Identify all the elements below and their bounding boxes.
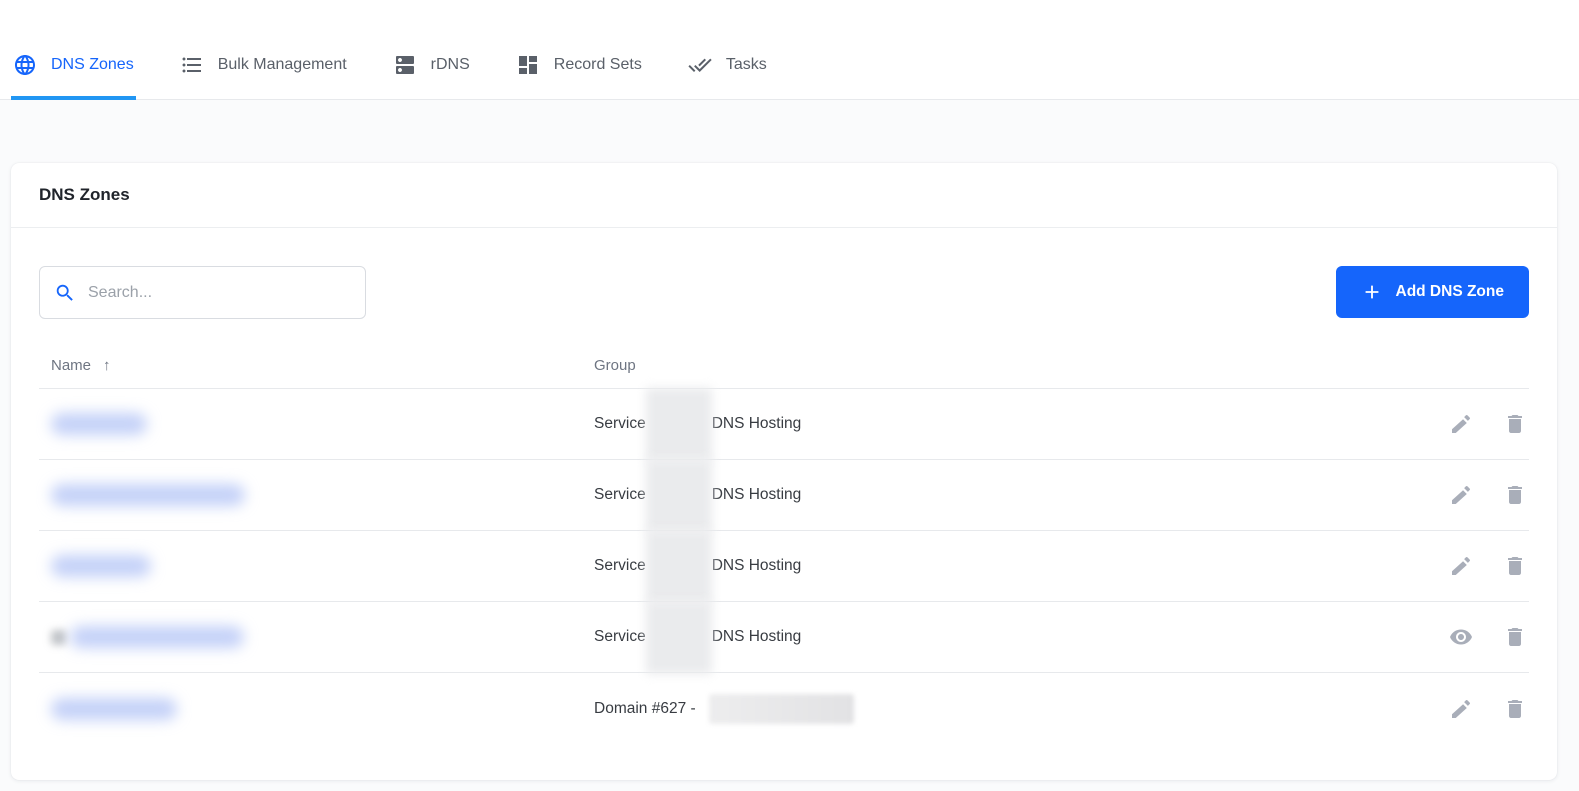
eye-icon (1449, 625, 1473, 649)
zone-group-cell: Service DNS Hosting (594, 602, 1399, 673)
table-row[interactable]: Service DNS Hosting (39, 389, 1529, 460)
view-button[interactable] (1449, 625, 1473, 649)
table-row[interactable]: Service DNS Hosting (39, 460, 1529, 531)
edit-button[interactable] (1449, 697, 1473, 721)
edit-button[interactable] (1449, 554, 1473, 578)
group-text: Service (594, 415, 646, 433)
list-icon (180, 53, 204, 77)
redacted-service-id (646, 459, 712, 532)
sort-ascending-icon: ↑ (103, 357, 111, 374)
row-actions-cell (1399, 483, 1529, 507)
redacted-service-id (646, 388, 712, 461)
server-icon (393, 53, 417, 77)
redacted-domain-name (709, 694, 854, 724)
zone-name-cell[interactable] (39, 698, 594, 720)
delete-icon (1503, 625, 1527, 649)
tab-label: Bulk Management (218, 56, 347, 74)
edit-button[interactable] (1449, 483, 1473, 507)
delete-button[interactable] (1503, 554, 1527, 578)
tab-label: Tasks (726, 56, 767, 74)
dns-zones-card: DNS Zones Add DNS Zone Name ↑ Group (11, 163, 1557, 780)
edit-icon (1449, 697, 1473, 721)
delete-button[interactable] (1503, 697, 1527, 721)
redacted-zone-name[interactable] (51, 413, 147, 435)
zone-group-cell: Service DNS Hosting (594, 460, 1399, 531)
tab-bulk-management[interactable]: Bulk Management (178, 30, 349, 100)
group-text: Domain #627 - (594, 700, 696, 718)
redacted-zone-name[interactable] (51, 484, 245, 506)
redacted-service-id (646, 601, 712, 674)
table-row[interactable]: Service DNS Hosting (39, 531, 1529, 602)
redacted-service-id (646, 530, 712, 603)
tab-tasks[interactable]: Tasks (686, 30, 769, 100)
grid-icon (516, 53, 540, 77)
redacted-zone-name[interactable] (70, 626, 244, 648)
globe-icon (13, 53, 37, 77)
zone-name-cell[interactable] (39, 626, 594, 648)
tab-label: DNS Zones (51, 56, 134, 74)
group-text: DNS Hosting (712, 415, 802, 433)
row-actions-cell (1399, 625, 1529, 649)
row-actions-cell (1399, 412, 1529, 436)
delete-button[interactable] (1503, 483, 1527, 507)
table-header-row: Name ↑ Group (39, 343, 1529, 389)
row-actions-cell (1399, 697, 1529, 721)
edit-icon (1449, 483, 1473, 507)
delete-button[interactable] (1503, 625, 1527, 649)
tab-record-sets[interactable]: Record Sets (514, 30, 644, 100)
table-body: Service DNS Hosting Service DNS Hosting Se… (39, 389, 1529, 744)
delete-icon (1503, 412, 1527, 436)
edit-icon (1449, 412, 1473, 436)
redacted-zone-name[interactable] (51, 698, 177, 720)
row-actions-cell (1399, 554, 1529, 578)
tab-rdns[interactable]: rDNS (391, 30, 472, 100)
delete-icon (1503, 483, 1527, 507)
group-text: Service (594, 486, 646, 504)
zone-group-cell: Service DNS Hosting (594, 389, 1399, 460)
dns-zones-table: Name ↑ Group Service DNS Hosting Service D… (39, 343, 1529, 744)
zone-group-cell: Domain #627 - (594, 694, 1399, 724)
group-text: Service (594, 628, 646, 646)
plus-icon (1361, 281, 1383, 303)
top-tab-bar: DNS Zones Bulk Management rDNS Record Se… (0, 0, 1579, 100)
group-text: DNS Hosting (712, 486, 802, 504)
redacted-zone-name[interactable] (51, 555, 151, 577)
zone-name-cell[interactable] (39, 555, 594, 577)
column-header-name[interactable]: Name ↑ (39, 357, 594, 374)
delete-icon (1503, 554, 1527, 578)
tab-dns-zones[interactable]: DNS Zones (11, 30, 136, 100)
column-header-group[interactable]: Group (594, 357, 1399, 374)
delete-icon (1503, 697, 1527, 721)
redacted-zone-prefix-icon (51, 630, 66, 645)
table-row[interactable]: Domain #627 - (39, 673, 1529, 744)
group-text: DNS Hosting (712, 628, 802, 646)
delete-button[interactable] (1503, 412, 1527, 436)
edit-button[interactable] (1449, 412, 1473, 436)
group-text: DNS Hosting (712, 557, 802, 575)
zone-name-cell[interactable] (39, 413, 594, 435)
table-row[interactable]: Service DNS Hosting (39, 602, 1529, 673)
zone-group-cell: Service DNS Hosting (594, 531, 1399, 602)
add-dns-zone-button[interactable]: Add DNS Zone (1336, 266, 1530, 318)
card-header: DNS Zones (11, 163, 1557, 228)
search-input[interactable] (88, 284, 351, 302)
zone-name-cell[interactable] (39, 484, 594, 506)
toolbar: Add DNS Zone (11, 228, 1557, 319)
group-text: Service (594, 557, 646, 575)
card-title: DNS Zones (39, 185, 130, 205)
tab-label: rDNS (431, 56, 470, 74)
search-box[interactable] (39, 266, 366, 319)
page-background: DNS Zones Add DNS Zone Name ↑ Group (0, 100, 1579, 791)
tab-label: Record Sets (554, 56, 642, 74)
search-icon (54, 282, 76, 304)
double-check-icon (688, 53, 712, 77)
add-dns-zone-label: Add DNS Zone (1396, 283, 1505, 301)
edit-icon (1449, 554, 1473, 578)
